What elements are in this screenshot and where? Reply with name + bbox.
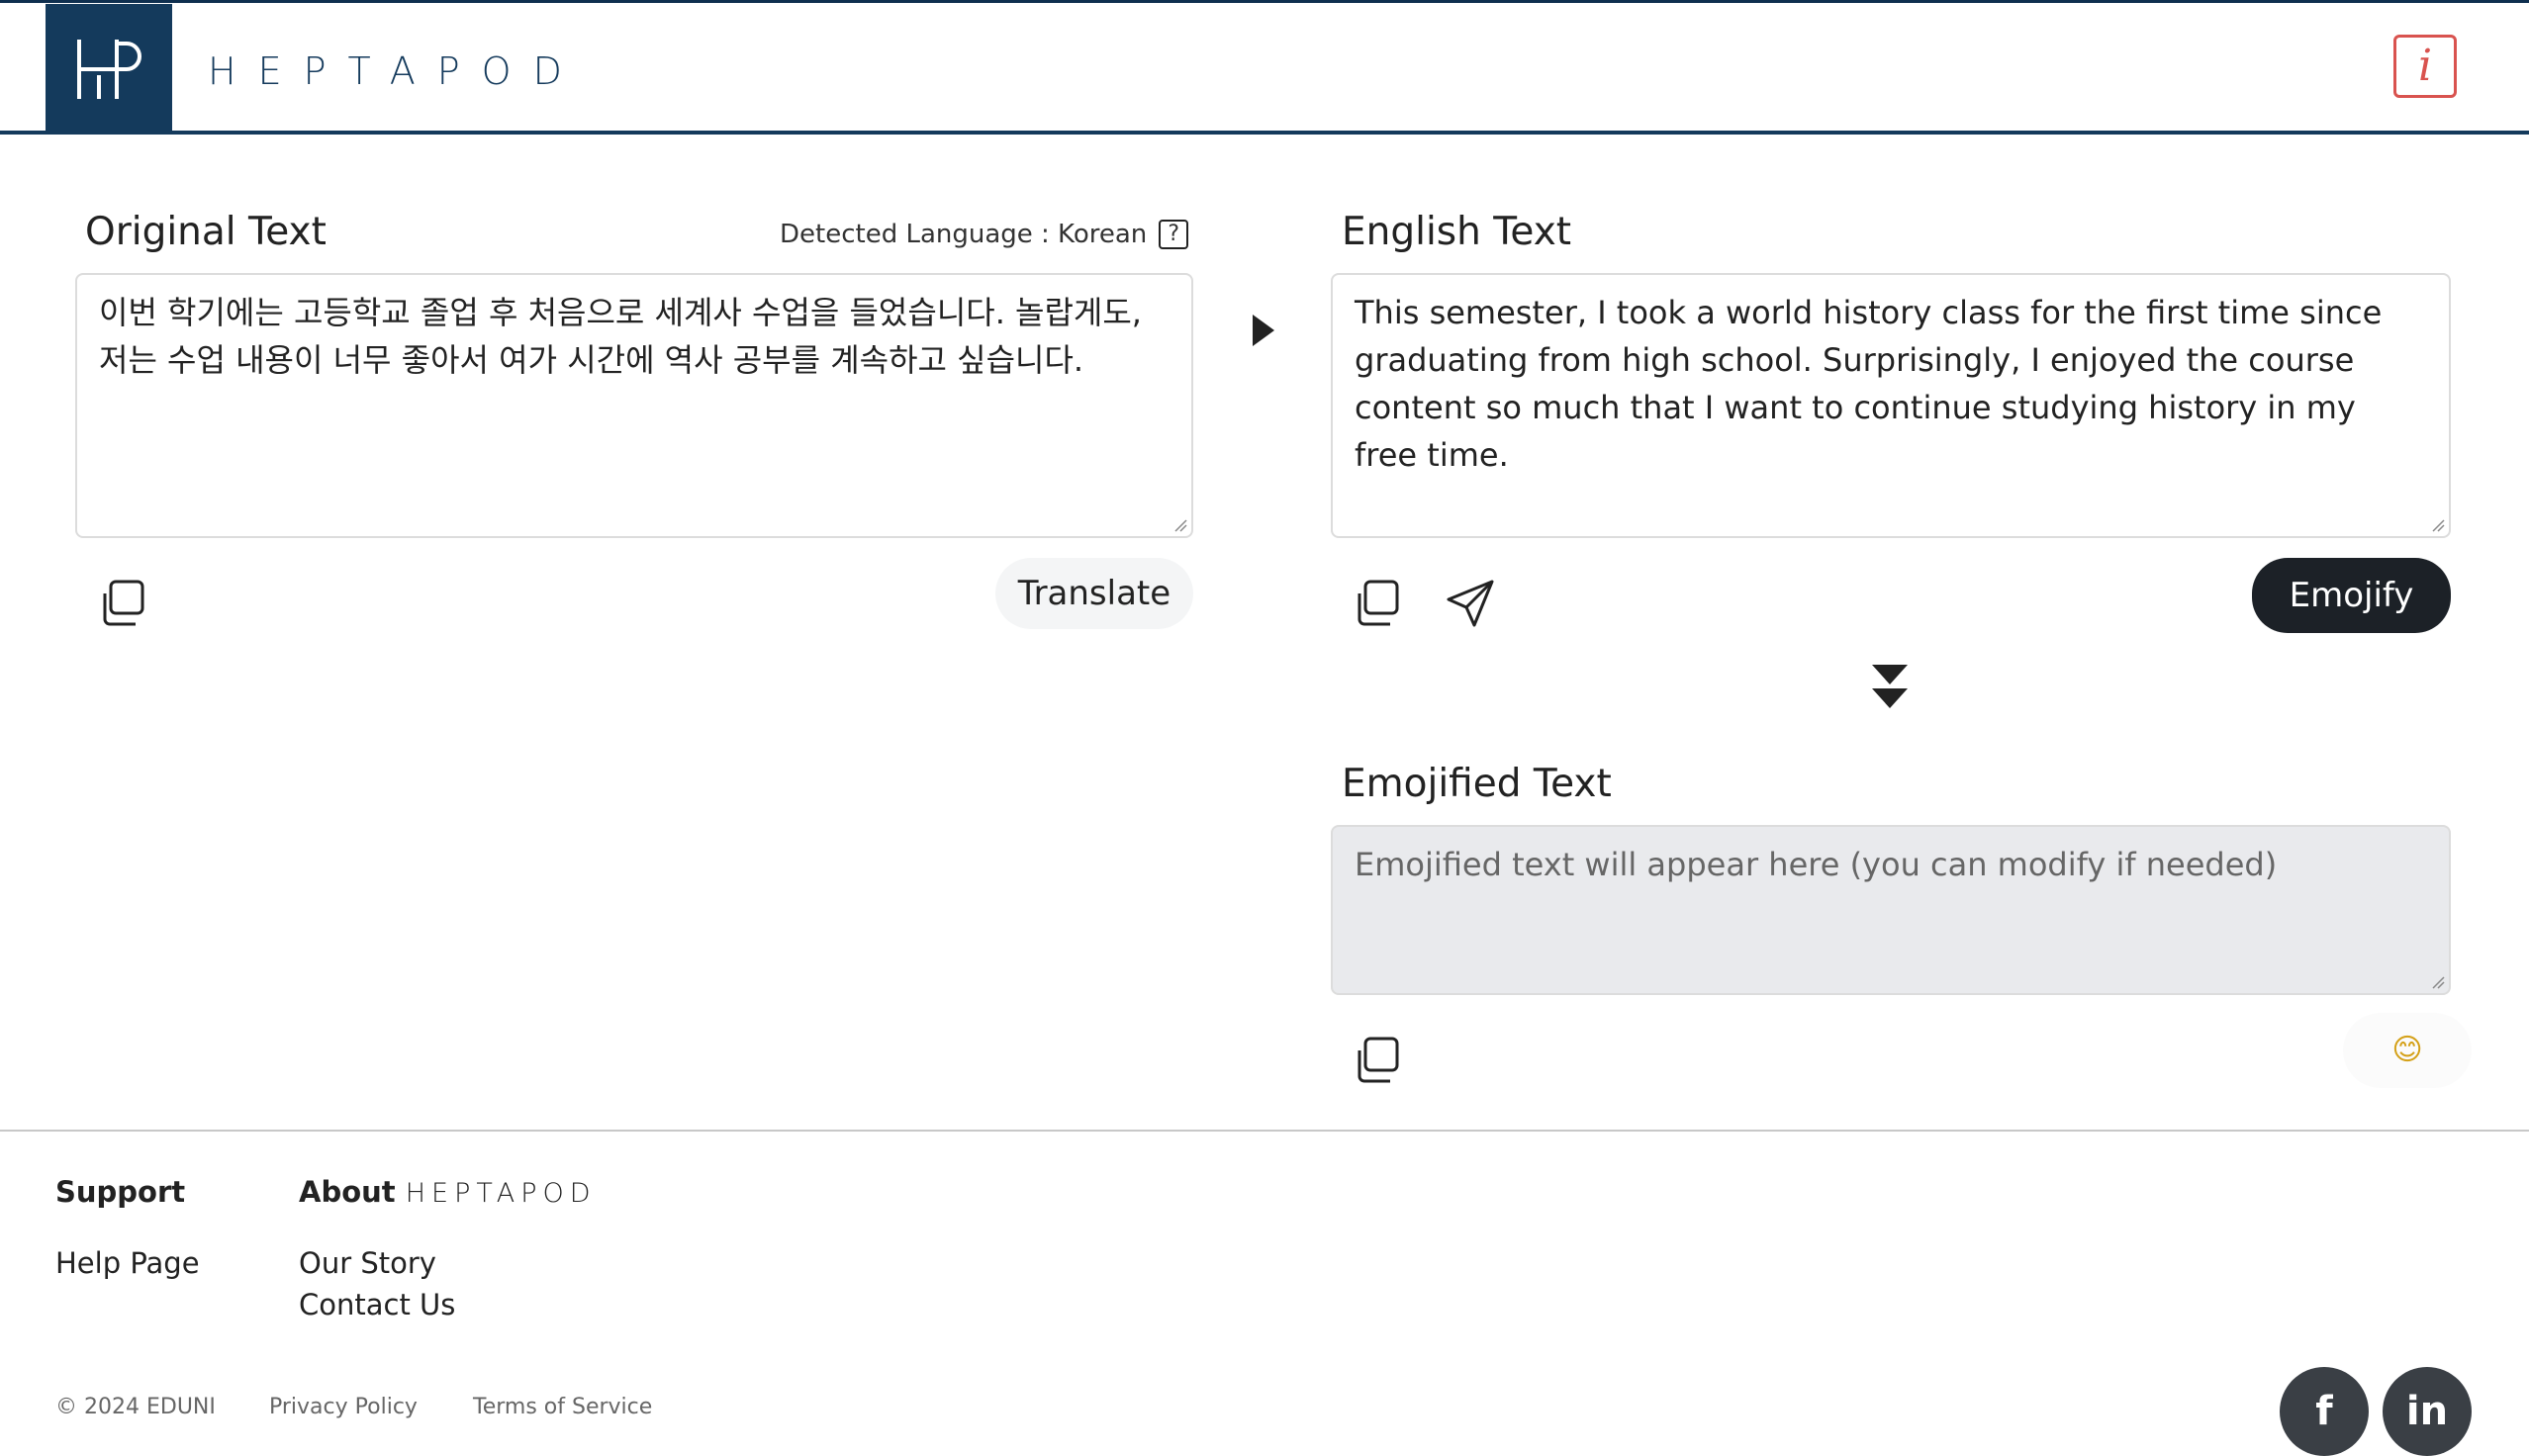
detected-language: Detected Language : Korean ? xyxy=(780,220,1189,249)
original-text-input[interactable]: 이번 학기에는 고등학교 졸업 후 처음으로 세계사 수업을 들었습니다. 놀랍… xyxy=(75,273,1193,538)
heptapod-logo[interactable] xyxy=(46,4,172,131)
info-button[interactable]: i xyxy=(2393,35,2457,98)
emoji-smile-button[interactable]: 😊 xyxy=(2343,1013,2472,1088)
english-text-output[interactable]: This semester, I took a world history cl… xyxy=(1331,273,2451,538)
footer-copyright: © 2024 EDUNI xyxy=(55,1395,216,1419)
facebook-icon[interactable]: f xyxy=(2280,1367,2369,1456)
arrow-right-icon xyxy=(1253,315,1274,346)
footer-contact-us-link[interactable]: Contact Us xyxy=(299,1288,455,1321)
footer-terms-link[interactable]: Terms of Service xyxy=(473,1395,652,1419)
footer-about-heading: About HEPTAPOD xyxy=(299,1175,597,1209)
detected-language-label: Detected Language : Korean xyxy=(780,220,1148,249)
footer-privacy-link[interactable]: Privacy Policy xyxy=(269,1395,418,1419)
copy-original-icon[interactable] xyxy=(95,576,150,631)
logo-icon xyxy=(77,40,141,99)
footer-help-page-link[interactable]: Help Page xyxy=(55,1246,200,1280)
original-text-content: 이번 학기에는 고등학교 졸업 후 처음으로 세계사 수업을 들었습니다. 놀랍… xyxy=(99,294,1142,379)
footer: Support Help Page About HEPTAPOD Our Sto… xyxy=(0,1130,2529,1456)
emojified-text-input[interactable]: Emojified text will appear here (you can… xyxy=(1331,825,2451,995)
footer-our-story-link[interactable]: Our Story xyxy=(299,1246,436,1280)
english-text-title: English Text xyxy=(1342,210,1572,254)
footer-about-brand: HEPTAPOD xyxy=(405,1178,597,1209)
footer-about-label: About xyxy=(299,1175,396,1209)
emojified-placeholder: Emojified text will appear here (you can… xyxy=(1355,846,2278,883)
emojify-button[interactable]: Emojify xyxy=(2252,558,2451,633)
help-question-icon[interactable]: ? xyxy=(1159,220,1189,249)
copy-emojified-icon[interactable] xyxy=(1350,1033,1405,1088)
resize-handle-icon[interactable] xyxy=(2431,518,2445,532)
brand-name: HEPTAPOD xyxy=(208,49,584,93)
english-text-content: This semester, I took a world history cl… xyxy=(1355,294,2383,474)
translate-button[interactable]: Translate xyxy=(995,558,1193,629)
original-text-title: Original Text xyxy=(85,210,327,254)
header: HEPTAPOD i xyxy=(0,0,2529,135)
double-chevron-down-icon xyxy=(1872,665,1908,708)
copy-english-icon[interactable] xyxy=(1350,576,1405,631)
emojified-text-title: Emojified Text xyxy=(1342,762,1612,806)
send-icon[interactable] xyxy=(1443,576,1498,631)
linkedin-icon[interactable]: in xyxy=(2383,1367,2472,1456)
resize-handle-icon[interactable] xyxy=(1173,518,1187,532)
resize-handle-icon[interactable] xyxy=(2431,975,2445,989)
footer-support-heading: Support xyxy=(55,1175,186,1209)
